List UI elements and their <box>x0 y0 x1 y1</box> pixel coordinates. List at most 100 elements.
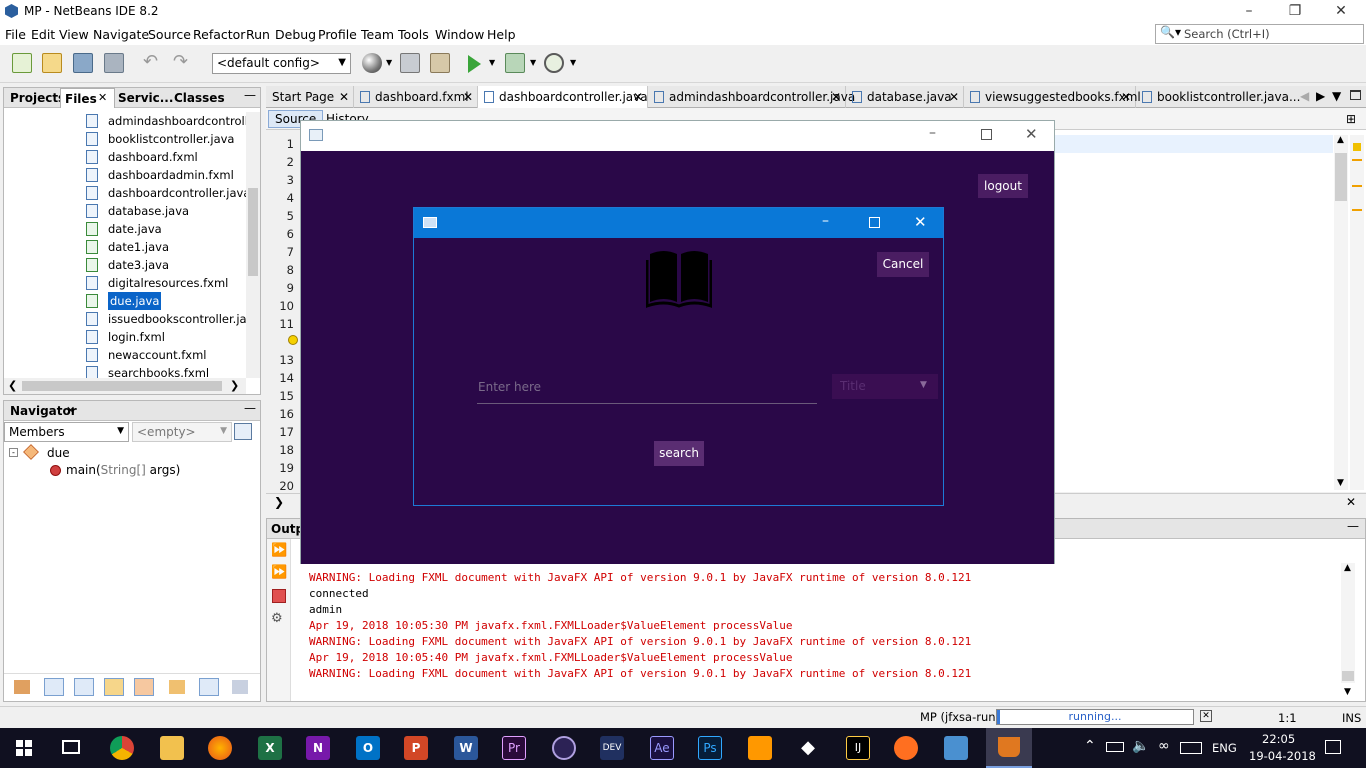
chrome-icon[interactable] <box>110 736 134 760</box>
task-view-icon[interactable] <box>62 740 80 754</box>
tab-database-java[interactable]: database.java ✕ <box>846 86 964 108</box>
file-item[interactable]: date.java <box>4 220 246 238</box>
menu-view[interactable]: View <box>59 27 89 42</box>
cancel-task-icon[interactable]: ✕ <box>1200 710 1212 722</box>
clock-time[interactable]: 22:05 <box>1262 732 1295 746</box>
menu-source[interactable]: Source <box>148 27 191 42</box>
search-button[interactable]: search <box>654 441 704 466</box>
chevron-up-icon[interactable]: ▲ <box>1337 135 1344 145</box>
redo-icon[interactable]: ↷ <box>173 53 193 73</box>
bulb-hint-icon[interactable] <box>288 335 298 345</box>
run-icon[interactable] <box>468 55 481 73</box>
debug-icon[interactable] <box>505 53 525 73</box>
minimize-button[interactable]: – <box>929 125 936 141</box>
config-select[interactable]: <default config> ▼ <box>212 53 351 74</box>
restore-button[interactable]: ❐ <box>1272 0 1318 23</box>
word-icon[interactable]: W <box>454 736 478 760</box>
file-item[interactable]: dashboardcontroller.java <box>4 184 246 202</box>
menu-debug[interactable]: Debug <box>275 27 316 42</box>
file-item[interactable]: searchbooks.fxml <box>4 364 246 378</box>
members-select[interactable]: Members ▼ <box>4 422 129 442</box>
horizontal-scrollbar[interactable]: ❮ ❯ <box>4 378 246 394</box>
menu-team[interactable]: Team <box>361 27 394 42</box>
chevron-down-icon[interactable]: ▼ <box>1344 687 1351 697</box>
class-name[interactable]: due <box>47 446 70 460</box>
close-button[interactable]: ✕ <box>1318 0 1364 23</box>
warning-marker[interactable] <box>1353 143 1361 151</box>
close-icon[interactable]: ✕ <box>1346 495 1356 509</box>
menu-run[interactable]: Run <box>246 27 270 42</box>
close-icon[interactable]: ✕ <box>831 86 841 108</box>
warning-marker[interactable] <box>1352 159 1362 161</box>
excel-icon[interactable]: X <box>258 736 282 760</box>
powerpoint-icon[interactable]: P <box>404 736 428 760</box>
chevron-left-icon[interactable]: ◀ <box>1300 89 1309 103</box>
filter-select[interactable]: <empty> ▼ <box>132 422 232 442</box>
method-item[interactable]: main(String[] args) <box>66 463 180 477</box>
filter-static-icon[interactable] <box>44 678 64 696</box>
profile-icon[interactable] <box>544 53 564 73</box>
virtualbox-icon[interactable] <box>944 736 968 760</box>
new-project-icon[interactable] <box>42 53 62 73</box>
scroll-thumb[interactable] <box>248 188 258 276</box>
tab-classes[interactable]: Classes <box>170 88 229 108</box>
chevron-up-icon[interactable]: ▲ <box>1344 563 1351 573</box>
menu-refactor[interactable]: Refactor <box>193 27 245 42</box>
close-icon[interactable]: ✕ <box>1121 86 1131 108</box>
split-editor-icon[interactable]: ⊞ <box>1346 112 1356 126</box>
wifi-icon[interactable]: ∞ <box>1158 738 1170 754</box>
scroll-thumb[interactable] <box>1335 153 1347 201</box>
settings-icon[interactable]: ⚙ <box>271 611 283 626</box>
file-explorer-icon[interactable] <box>160 736 184 760</box>
close-icon[interactable]: ✕ <box>949 86 959 108</box>
file-item[interactable]: digitalresources.fxml <box>4 274 246 292</box>
clean-build-icon[interactable] <box>430 53 450 73</box>
menu-profile[interactable]: Profile <box>318 27 357 42</box>
sublime-icon[interactable] <box>748 736 772 760</box>
clock-date[interactable]: 19-04-2018 <box>1249 749 1316 763</box>
sort-icon[interactable] <box>169 680 185 694</box>
scroll-thumb[interactable] <box>22 381 222 391</box>
file-item[interactable]: date1.java <box>4 238 246 256</box>
file-item[interactable]: database.java <box>4 202 246 220</box>
file-item[interactable]: issuedbookscontroller.java <box>4 310 246 328</box>
filter-fields-icon[interactable] <box>14 680 30 694</box>
file-item[interactable]: booklistcontroller.java <box>4 130 246 148</box>
tab-dashboardcontroller-java[interactable]: dashboardcontroller.java ✕ <box>478 86 648 109</box>
warning-marker[interactable] <box>1352 185 1362 187</box>
photoshop-icon[interactable]: Ps <box>698 736 722 760</box>
close-icon[interactable]: ✕ <box>98 91 107 104</box>
scroll-thumb[interactable] <box>1342 671 1354 681</box>
collapse-icon[interactable]: - <box>9 448 18 457</box>
close-icon[interactable]: ✕ <box>463 86 473 108</box>
file-item[interactable]: login.fxml <box>4 328 246 346</box>
editor-scrollbar[interactable]: ▲ ▼ <box>1334 135 1348 490</box>
brave-icon[interactable] <box>894 736 918 760</box>
chevron-right-icon[interactable]: ▶ <box>1316 89 1325 103</box>
file-item[interactable]: date3.java <box>4 256 246 274</box>
menu-file[interactable]: File <box>5 27 26 42</box>
menu-tools[interactable]: Tools <box>398 27 429 42</box>
search-box[interactable]: 🔍▾ Search (Ctrl+I) <box>1155 24 1364 44</box>
minimize-panel-icon[interactable]: — <box>1347 519 1359 533</box>
chevron-down-icon[interactable]: ▼ <box>386 58 392 67</box>
file-item[interactable]: dashboard.fxml <box>4 148 246 166</box>
stop-icon[interactable] <box>272 589 286 603</box>
minimize-panel-icon[interactable]: — <box>244 88 256 102</box>
onenote-icon[interactable]: N <box>306 736 330 760</box>
cancel-button[interactable]: Cancel <box>877 252 929 277</box>
minimize-button[interactable]: – <box>1226 0 1272 23</box>
sort-alpha-icon[interactable] <box>199 678 219 696</box>
search-text-field[interactable]: Enter here <box>477 374 817 404</box>
chevron-up-icon[interactable]: ⌃ <box>1084 738 1096 754</box>
chevron-down-icon[interactable]: ▼ <box>1332 89 1341 103</box>
chevron-down-icon[interactable]: ▼ <box>1337 478 1344 488</box>
minimize-button[interactable]: – <box>822 213 829 229</box>
build-hammer-icon[interactable] <box>400 53 420 73</box>
tab-viewsuggestedbooks-fxml[interactable]: viewsuggestedbooks.fxml ✕ <box>964 86 1141 108</box>
lock-icon[interactable] <box>104 678 124 696</box>
save-all-icon[interactable] <box>104 53 124 73</box>
keyboard-icon[interactable] <box>1180 742 1202 754</box>
tab-admindashboardcontroller-java[interactable]: admindashboardcontroller.java ✕ <box>648 86 855 108</box>
tab-services[interactable]: Servic... <box>114 88 177 108</box>
